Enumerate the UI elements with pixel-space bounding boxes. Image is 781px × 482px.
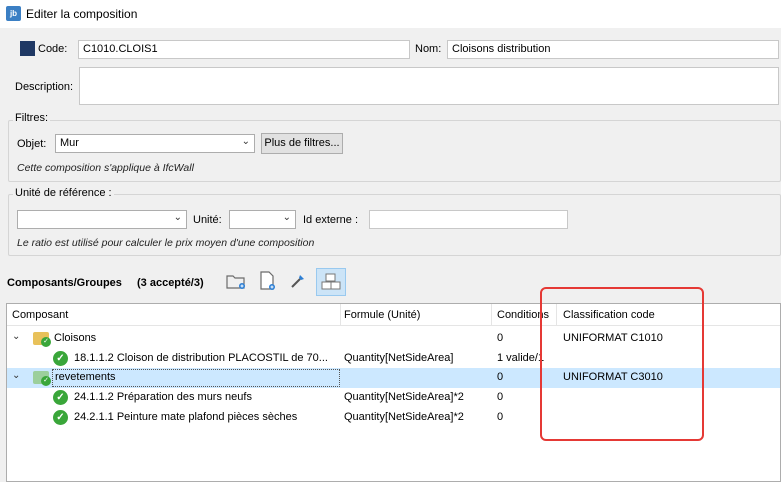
- description-input[interactable]: [79, 67, 779, 105]
- check-circle-icon: ✓: [53, 390, 68, 405]
- row-formula: Quantity[NetSideArea]*2: [344, 411, 464, 423]
- objet-label: Objet:: [17, 138, 47, 150]
- reference-hint: Le ratio est utilisé pour calculer le pr…: [17, 237, 315, 249]
- code-input[interactable]: C1010.CLOIS1: [78, 40, 410, 59]
- chevron-down-icon[interactable]: ⌄: [12, 331, 20, 342]
- reference-unit-select[interactable]: ⌄: [17, 210, 187, 229]
- reference-group-label: Unité de référence :: [13, 187, 114, 199]
- check-circle-icon: ✓: [53, 351, 68, 366]
- more-filters-button[interactable]: Plus de filtres...: [261, 133, 343, 154]
- app-icon: jb: [6, 6, 21, 21]
- column-header-composant[interactable]: Composant: [12, 309, 68, 321]
- chevron-down-icon: ⌄: [241, 136, 250, 147]
- row-formula: Quantity[NetSideArea]: [344, 352, 454, 364]
- row-name[interactable]: revetements: [52, 369, 340, 387]
- chevron-down-icon: ⌄: [282, 212, 291, 223]
- row-name: 24.2.1.1 Peinture mate plafond pièces sè…: [74, 411, 298, 423]
- filters-group-label: Filtres:: [13, 112, 50, 124]
- open-folder-icon[interactable]: [224, 269, 248, 293]
- nom-label: Nom:: [415, 43, 442, 55]
- check-circle-icon: ✓: [53, 410, 68, 425]
- id-externe-input[interactable]: [369, 210, 568, 229]
- objet-select-value: Mur: [60, 137, 79, 149]
- window-title: Editer la composition: [26, 7, 138, 21]
- id-externe-label: Id externe :: [303, 214, 359, 226]
- row-formula: Quantity[NetSideArea]*2: [344, 391, 464, 403]
- new-file-icon[interactable]: [255, 269, 279, 293]
- cubes-icon[interactable]: [316, 268, 346, 296]
- group-folder-icon: ✓: [33, 371, 51, 386]
- column-separator[interactable]: [340, 304, 341, 326]
- chevron-down-icon: ⌄: [173, 212, 182, 223]
- group-folder-icon: ✓: [33, 332, 51, 347]
- row-name: Cloisons: [54, 332, 97, 344]
- eyedropper-icon[interactable]: [286, 269, 310, 293]
- filters-hint: Cette composition s'applique à IfcWall: [17, 162, 194, 174]
- composants-title: Composants/Groupes: [7, 277, 122, 289]
- objet-select[interactable]: Mur ⌄: [55, 134, 255, 153]
- column-separator[interactable]: [491, 304, 492, 326]
- title-bar: jb Editer la composition: [0, 0, 781, 28]
- code-label: Code:: [38, 43, 68, 55]
- row-name: 18.1.1.2 Cloison de distribution PLACOST…: [74, 352, 328, 364]
- nom-input[interactable]: Cloisons distribution: [447, 40, 779, 59]
- code-color-swatch[interactable]: [20, 41, 35, 56]
- column-header-formule[interactable]: Formule (Unité): [344, 309, 420, 321]
- annotation-highlight-box: [540, 287, 704, 441]
- row-name: 24.1.1.2 Préparation des murs neufs: [74, 391, 252, 403]
- unite-select[interactable]: ⌄: [229, 210, 296, 229]
- chevron-down-icon[interactable]: ⌄: [12, 370, 20, 381]
- description-label: Description:: [15, 81, 74, 93]
- unite-label: Unité:: [193, 214, 222, 226]
- composants-count: (3 accepté/3): [137, 277, 204, 289]
